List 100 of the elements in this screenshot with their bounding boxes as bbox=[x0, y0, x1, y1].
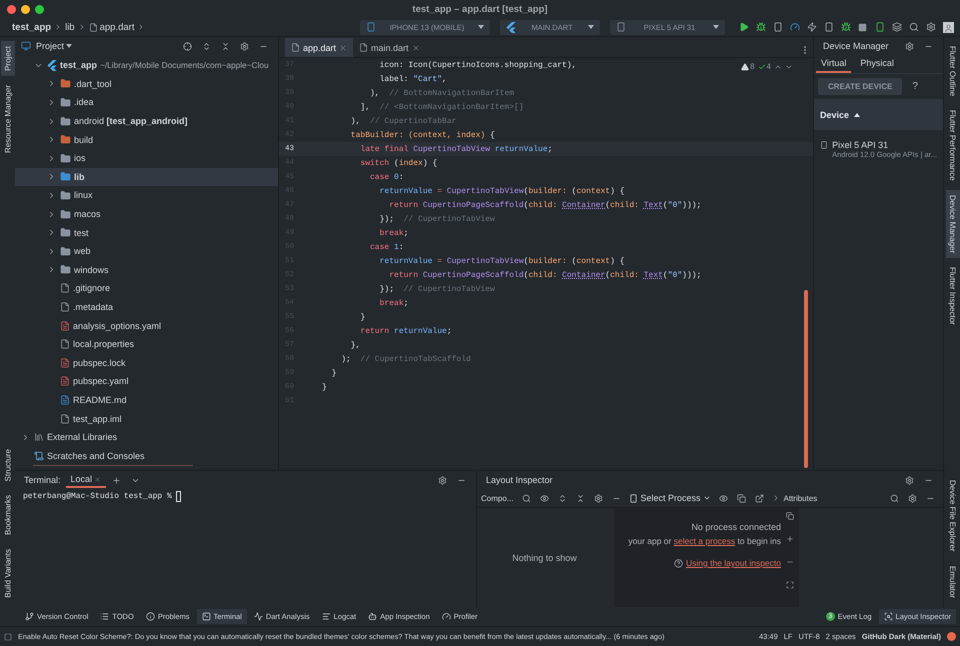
tool-window-tab[interactable]: Flutter Inspector bbox=[946, 262, 960, 330]
tool-window-tab[interactable]: Project bbox=[0, 41, 14, 76]
tree-item[interactable]: ios bbox=[15, 148, 278, 168]
chevron-right-icon[interactable] bbox=[47, 246, 56, 256]
tree-item[interactable]: test_app.iml bbox=[15, 409, 278, 428]
breadcrumb-item[interactable]: test_app bbox=[12, 22, 52, 32]
minimize-button[interactable] bbox=[21, 4, 30, 14]
chevron-right-icon[interactable] bbox=[47, 172, 56, 182]
file-icon bbox=[60, 339, 70, 350]
tree-item[interactable]: test bbox=[15, 223, 278, 242]
passed-count[interactable]: 4 bbox=[758, 62, 771, 71]
breadcrumb-item[interactable]: lib bbox=[65, 22, 75, 32]
tree-item[interactable]: test_app ~/Library/Mobile Documents/com~apple~Clou bbox=[15, 56, 278, 75]
tool-window-tab[interactable]: Structure bbox=[0, 444, 14, 486]
chevron-right-icon[interactable] bbox=[21, 432, 30, 442]
tool-window-tab[interactable]: Bookmarks bbox=[0, 490, 14, 540]
warning-icon bbox=[741, 62, 750, 70]
column-header[interactable]: Device bbox=[814, 99, 943, 130]
warning-count[interactable]: 8 bbox=[741, 62, 755, 71]
scrollbar[interactable] bbox=[804, 290, 808, 468]
help-link[interactable]: Using the layout inspecto bbox=[686, 558, 781, 568]
tool-window-tab[interactable]: Emulator bbox=[946, 560, 960, 603]
tree-item[interactable]: pubspec.yaml bbox=[15, 372, 278, 391]
tool-window-tab[interactable]: Resource Manager bbox=[0, 80, 14, 158]
code-text: } bbox=[359, 312, 366, 322]
empty-message: Nothing to show bbox=[512, 552, 577, 562]
tree-item[interactable]: local.properties bbox=[15, 334, 278, 354]
file-icon bbox=[291, 43, 300, 52]
document-icon bbox=[60, 376, 70, 386]
code-text: ); // CupertinoTabScaffold bbox=[340, 354, 471, 364]
help-button[interactable]: ? bbox=[912, 81, 918, 92]
chevron-right-icon[interactable] bbox=[47, 190, 56, 200]
check-icon bbox=[758, 62, 766, 70]
code-text: late final CupertinoTabView returnValue; bbox=[359, 144, 552, 154]
chevron-right-icon[interactable] bbox=[47, 210, 56, 219]
tree-item-label: External Libraries bbox=[47, 432, 118, 442]
avatar-icon[interactable] bbox=[943, 22, 954, 32]
breadcrumb-item[interactable]: app.dart bbox=[100, 22, 134, 32]
select-process-link[interactable]: select a process bbox=[674, 536, 736, 546]
list-icon bbox=[100, 612, 110, 621]
terminal-prompt[interactable]: peterbang@Mac-Studio test_app % bbox=[15, 489, 476, 504]
code-text: } bbox=[330, 368, 336, 378]
file-icon bbox=[60, 283, 70, 294]
project-view-selector[interactable]: Project bbox=[33, 41, 76, 51]
code-text: }, bbox=[350, 340, 360, 350]
code-text: return returnValue; bbox=[359, 326, 452, 336]
chevron-right-icon[interactable] bbox=[47, 154, 56, 163]
panel-title: Terminal: bbox=[24, 475, 61, 485]
tree-item[interactable]: web bbox=[15, 242, 278, 261]
tree-item[interactable]: build bbox=[15, 130, 278, 149]
tree-item[interactable]: .idea bbox=[15, 93, 278, 112]
tree-item[interactable]: Scratches and Consoles bbox=[15, 446, 278, 466]
create-device-button[interactable]: CREATE DEVICE bbox=[818, 78, 902, 95]
tree-item[interactable]: .dart_tool bbox=[15, 74, 278, 94]
tree-item[interactable]: pubspec.lock bbox=[15, 354, 278, 372]
tree-item[interactable]: android [test_app_android] bbox=[15, 112, 278, 130]
chevron-right-icon[interactable] bbox=[47, 228, 56, 238]
editor-tab[interactable]: app.dart bbox=[285, 38, 354, 57]
chevron-right-icon[interactable] bbox=[47, 98, 56, 107]
help-icon bbox=[674, 558, 684, 568]
tool-window-tab[interactable]: Device File Explorer bbox=[946, 475, 960, 557]
tree-item[interactable]: windows bbox=[15, 260, 278, 280]
tree-item-label: web bbox=[74, 246, 91, 256]
file-icon bbox=[88, 22, 98, 32]
tool-window-tab[interactable]: Device Manager bbox=[946, 190, 960, 258]
tree-item[interactable]: linux bbox=[15, 186, 278, 205]
close-icon bbox=[412, 44, 420, 52]
code-text: switch (index) { bbox=[359, 158, 438, 168]
code-text: returnValue = CupertinoTabView(builder: (context) { bbox=[378, 186, 624, 196]
tool-window-tab[interactable]: Flutter Outline bbox=[946, 41, 960, 102]
close-button[interactable] bbox=[7, 4, 16, 14]
phone-icon bbox=[629, 494, 638, 502]
chevron-right-icon[interactable] bbox=[47, 265, 56, 274]
terminal-tab[interactable]: Local bbox=[66, 472, 106, 488]
tree-item-label: local.properties bbox=[73, 339, 134, 350]
tree-item[interactable]: lib bbox=[15, 168, 278, 186]
tree-item[interactable]: .metadata bbox=[15, 298, 278, 316]
code-text: label: "Cart", bbox=[378, 74, 447, 84]
zoom-button[interactable] bbox=[35, 4, 44, 14]
tree-item[interactable]: .gitignore bbox=[15, 279, 278, 298]
process-selector[interactable]: Select Process bbox=[626, 493, 714, 503]
chevron-right-icon[interactable] bbox=[47, 79, 56, 88]
chevron-right-icon[interactable] bbox=[47, 116, 56, 126]
tree-item[interactable]: External Libraries bbox=[15, 428, 278, 446]
tree-item-label: linux bbox=[74, 190, 93, 200]
tool-window-tab[interactable]: Flutter Performance bbox=[946, 105, 960, 186]
tree-item[interactable]: macos bbox=[15, 204, 278, 224]
scrollbar[interactable] bbox=[33, 465, 193, 466]
tree-item[interactable]: README.md bbox=[15, 390, 278, 410]
editor-tab[interactable]: main.dart bbox=[353, 38, 426, 57]
tree-item-label: .gitignore bbox=[73, 283, 110, 294]
branch-icon bbox=[25, 612, 34, 621]
status-indicator-icon bbox=[947, 632, 956, 641]
tree-item[interactable]: analysis_options.yaml bbox=[15, 316, 278, 335]
hint-text: your app or select a process to begin ins bbox=[628, 536, 781, 546]
tool-window-tab[interactable]: Build Variants bbox=[0, 544, 14, 603]
chevron-right-icon[interactable] bbox=[47, 135, 56, 144]
device-tab[interactable]: Physical bbox=[855, 55, 899, 73]
panel-icon bbox=[21, 41, 31, 51]
device-tab[interactable]: Virtual bbox=[816, 55, 852, 73]
